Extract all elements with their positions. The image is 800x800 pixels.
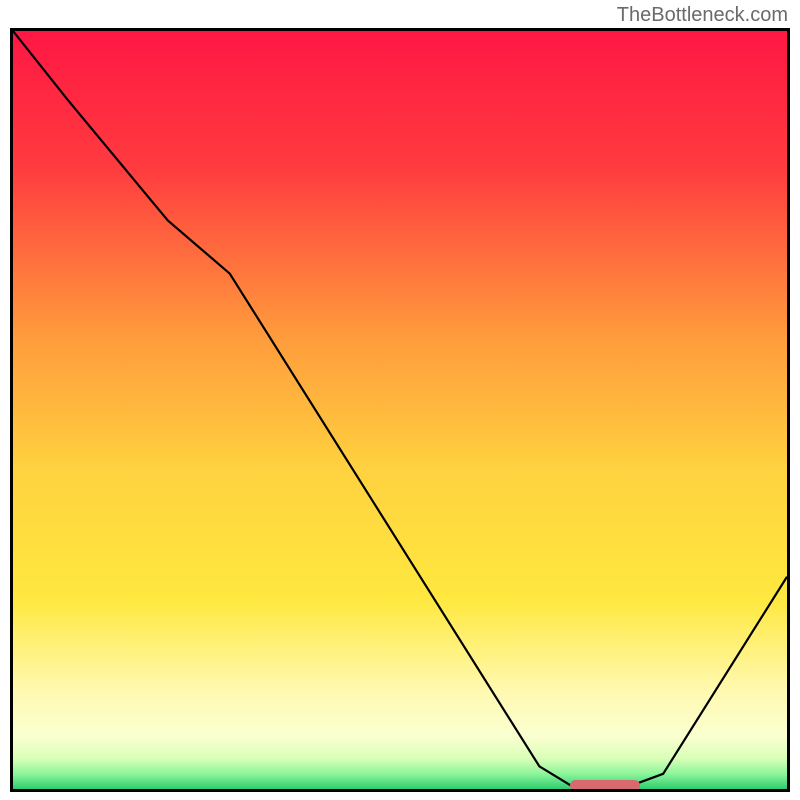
plot-area: [13, 31, 787, 789]
watermark-text: TheBottleneck.com: [617, 4, 788, 27]
chart-frame: [10, 28, 790, 792]
optimal-marker: [570, 780, 640, 789]
curve-line: [13, 31, 787, 789]
